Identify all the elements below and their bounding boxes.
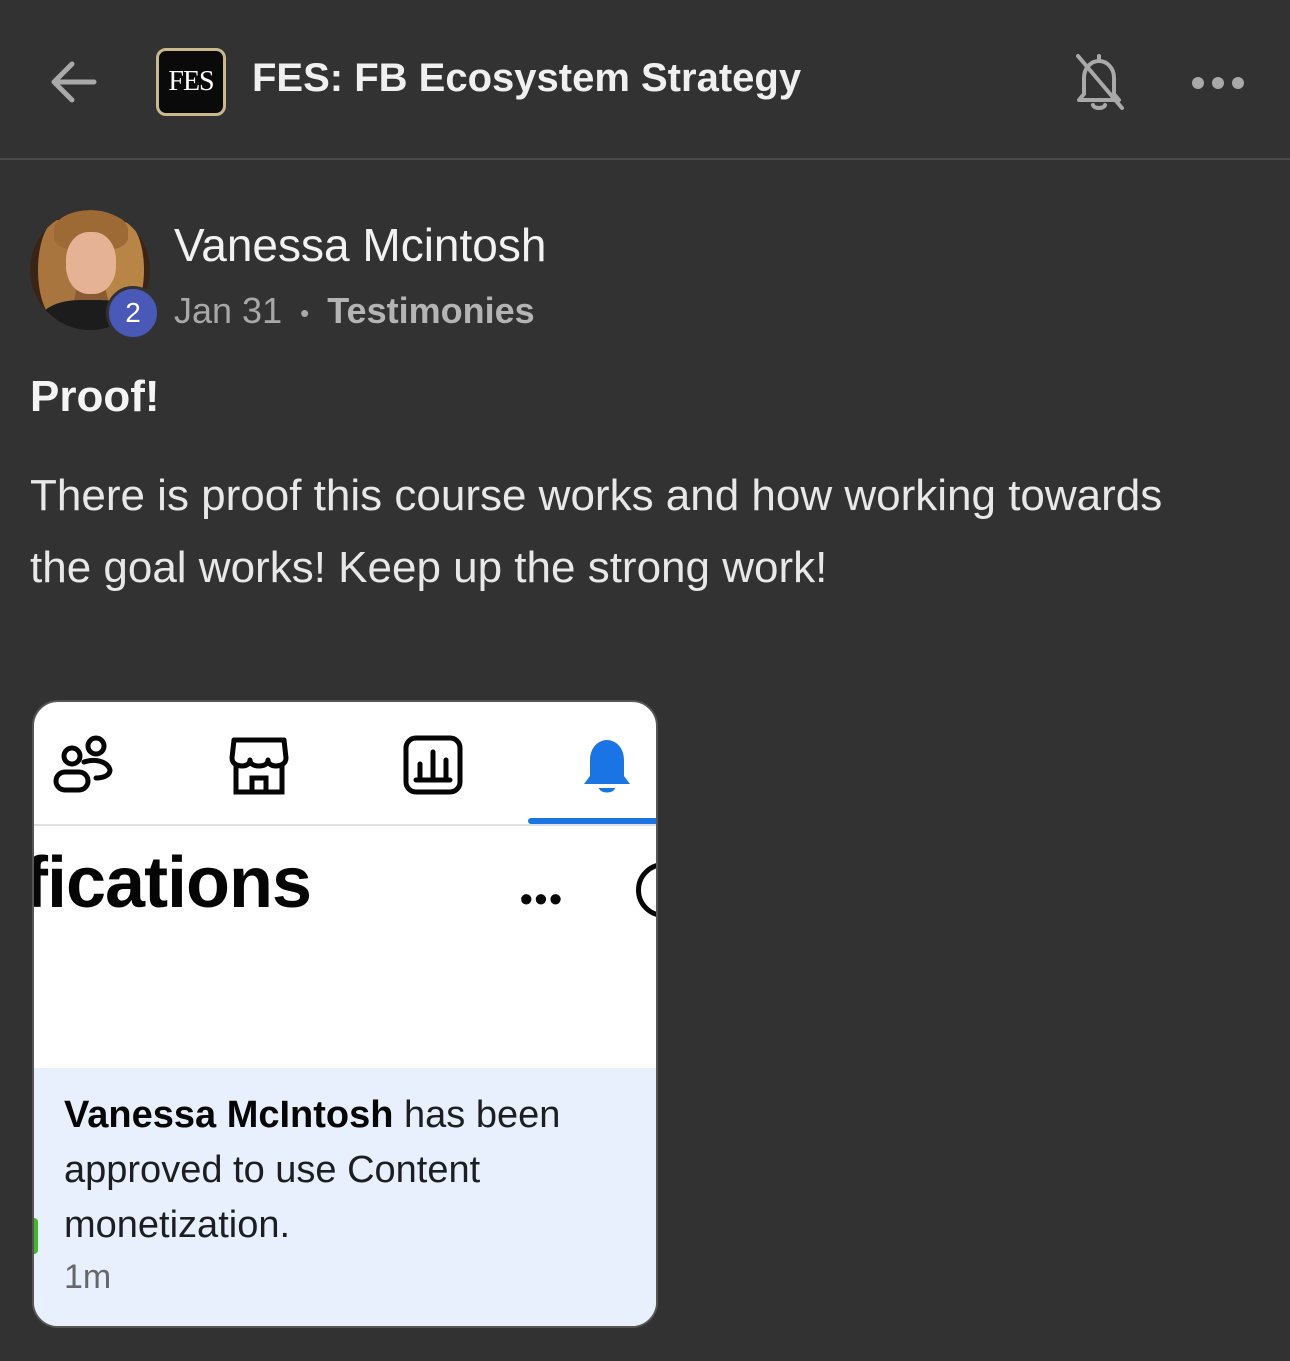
avatar-face: [66, 232, 116, 294]
tab-divider: [34, 824, 656, 826]
notification-name: Vanessa McIntosh: [64, 1094, 394, 1136]
notifications-heading: fications: [32, 843, 312, 923]
notification-text: Vanessa McIntosh has been approved to us…: [64, 1088, 624, 1253]
group-title: FES: FB Ecosystem Strategy: [252, 56, 802, 100]
author-name[interactable]: Vanessa Mcintosh: [174, 218, 546, 272]
post-meta: Jan 31 • Testimonies: [174, 290, 535, 332]
insights-icon: [400, 732, 466, 798]
attached-image[interactable]: fications ••• Vanessa McIntosh has been …: [32, 700, 658, 1328]
post-category[interactable]: Testimonies: [327, 290, 534, 331]
notification-item: Vanessa McIntosh has been approved to us…: [34, 1068, 656, 1326]
notifications-off-icon[interactable]: [1070, 50, 1128, 114]
marketplace-icon: [226, 732, 292, 798]
group-logo[interactable]: FES: [156, 48, 226, 116]
notification-time: 1m: [64, 1258, 112, 1296]
top-bar: FES FES: FB Ecosystem Strategy: [0, 0, 1290, 160]
status-indicator: [34, 1218, 38, 1254]
post-title: Proof!: [30, 372, 160, 421]
people-icon: [52, 732, 118, 798]
post-date: Jan 31: [174, 290, 283, 331]
meta-separator: •: [300, 297, 310, 328]
level-badge: 2: [106, 286, 160, 340]
group-logo-text: FES: [168, 66, 214, 97]
active-tab-indicator: [528, 818, 656, 824]
more-icon: •••: [520, 878, 564, 919]
back-arrow-icon[interactable]: [44, 52, 104, 112]
post-body: There is proof this course works and how…: [30, 471, 1163, 592]
search-icon: [636, 862, 656, 918]
more-options-icon[interactable]: [1188, 66, 1248, 100]
notifications-bell-icon: [574, 732, 640, 798]
